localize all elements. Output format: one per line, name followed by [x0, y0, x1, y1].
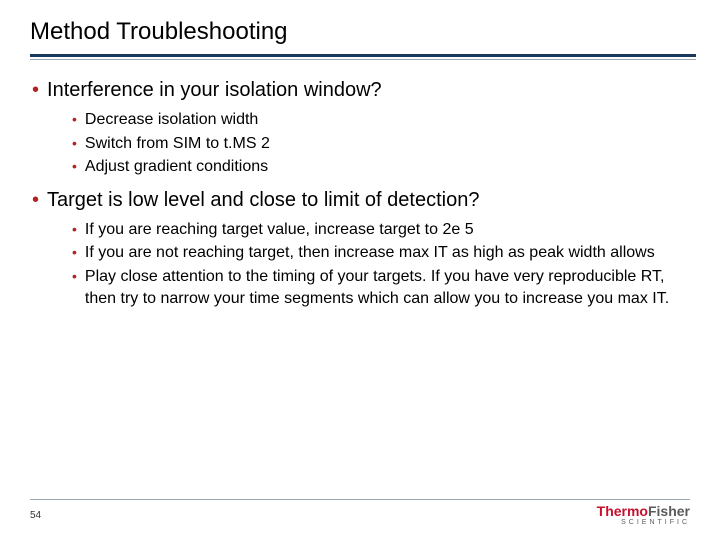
- list-item-text: Switch from SIM to t.MS 2: [85, 133, 696, 155]
- bullet-icon: •: [72, 109, 77, 130]
- bullet-icon: •: [72, 133, 77, 154]
- list-item: • If you are not reaching target, then i…: [72, 242, 696, 264]
- logo-top: ThermoFisher: [597, 504, 690, 518]
- page-number: 54: [30, 510, 41, 521]
- logo-fisher-text: Fisher: [648, 503, 690, 519]
- list-item-text: If you are reaching target value, increa…: [85, 219, 696, 241]
- footer-row: 54 ThermoFisher SCIENTIFIC: [30, 504, 690, 526]
- bullet-icon: •: [32, 188, 39, 213]
- sub-list: • If you are reaching target value, incr…: [32, 219, 696, 309]
- footer-rule: [30, 499, 690, 500]
- list-item: • If you are reaching target value, incr…: [72, 219, 696, 241]
- logo-thermo-text: Thermo: [597, 503, 648, 519]
- list-item-text: Adjust gradient conditions: [85, 156, 696, 178]
- list-item-text: Decrease isolation width: [85, 109, 696, 131]
- list-item-text: Play close attention to the timing of yo…: [85, 266, 696, 309]
- bullet-icon: •: [32, 78, 39, 103]
- list-item: • Play close attention to the timing of …: [72, 266, 696, 309]
- title-rule-dark: [30, 54, 696, 57]
- bullet-icon: •: [72, 242, 77, 263]
- slide-title: Method Troubleshooting: [30, 18, 696, 46]
- list-item: • Decrease isolation width: [72, 109, 696, 131]
- thermofisher-logo: ThermoFisher SCIENTIFIC: [597, 504, 690, 526]
- section-heading-text: Target is low level and close to limit o…: [47, 188, 479, 213]
- bullet-icon: •: [72, 219, 77, 240]
- bullet-icon: •: [72, 156, 77, 177]
- sub-list: • Decrease isolation width • Switch from…: [32, 109, 696, 178]
- list-item: • Switch from SIM to t.MS 2: [72, 133, 696, 155]
- list-item-text: If you are not reaching target, then inc…: [85, 242, 696, 264]
- list-item: • Adjust gradient conditions: [72, 156, 696, 178]
- bullet-icon: •: [72, 266, 77, 287]
- section-heading: • Target is low level and close to limit…: [32, 188, 696, 213]
- section-heading: • Interference in your isolation window?: [32, 78, 696, 103]
- slide: Method Troubleshooting • Interference in…: [0, 0, 720, 540]
- footer: 54 ThermoFisher SCIENTIFIC: [0, 499, 720, 526]
- section-heading-text: Interference in your isolation window?: [47, 78, 382, 103]
- content-area: • Interference in your isolation window?…: [30, 78, 696, 309]
- logo-sub-text: SCIENTIFIC: [621, 519, 690, 526]
- title-rule-light: [30, 59, 696, 60]
